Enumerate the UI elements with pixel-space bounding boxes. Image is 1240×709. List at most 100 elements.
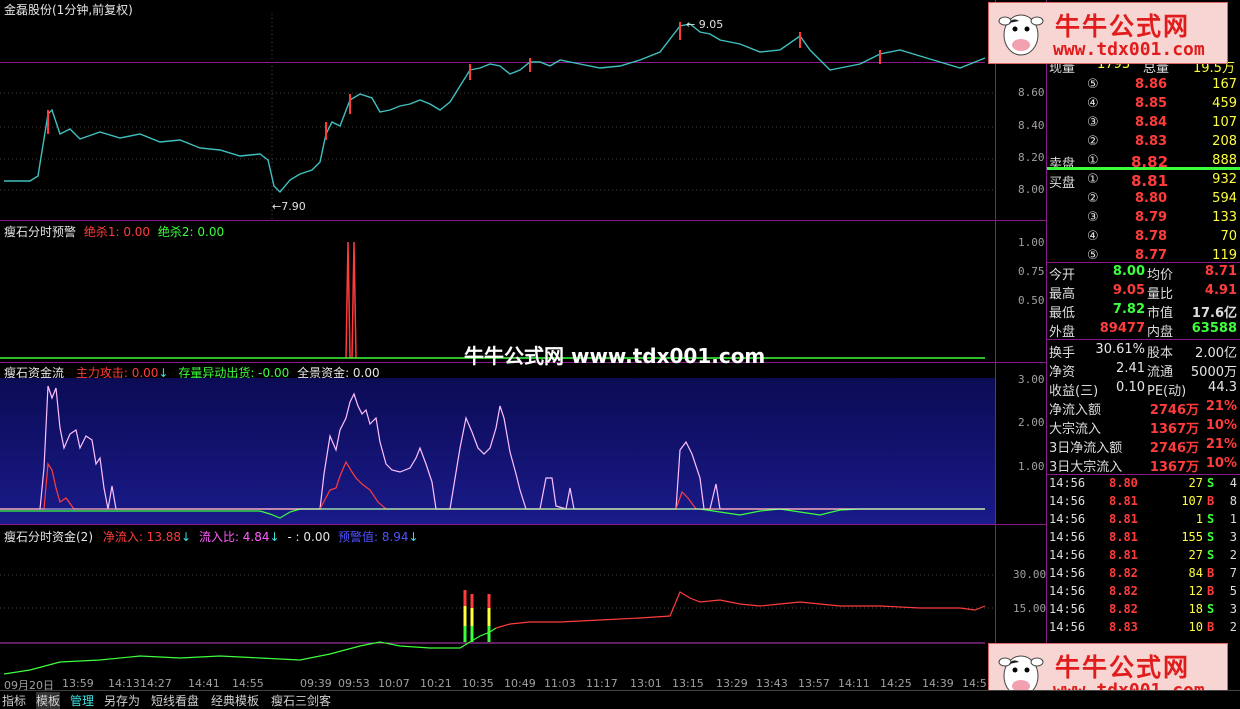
stat-label: 今开 <box>1049 268 1076 283</box>
stat-value: 30.61% <box>1095 342 1145 357</box>
sell-level-row: ④ 8.85 459 <box>1047 95 1240 114</box>
y-tick: 30.00 <box>1013 568 1047 581</box>
y-tick: 8.20 <box>1018 151 1045 164</box>
panel3-chart[interactable] <box>0 542 995 676</box>
stat-label: 外盘 <box>1049 325 1076 340</box>
time-axis-label: 14:11 <box>838 677 870 690</box>
stat-row: 最低 7.82 市值 17.6亿 <box>1047 301 1240 321</box>
tick-side: S <box>1207 548 1215 562</box>
y-tick: 8.40 <box>1018 119 1045 132</box>
stat-label: 内盘 <box>1147 325 1174 340</box>
bid-volume: 70 <box>1220 229 1237 244</box>
flow-pct: 10% <box>1205 418 1237 433</box>
site-logo-top[interactable]: 牛牛公式网 www.tdx001.com <box>988 2 1228 64</box>
stat-value: 8.00 <box>1112 264 1145 279</box>
tick-price: 8.83 <box>1109 620 1138 634</box>
trade-tick-row: 14:56 8.81 27 S 2 <box>1047 547 1240 565</box>
cow-icon <box>998 14 1044 56</box>
level-index: ① <box>1087 153 1099 168</box>
trade-tick-row: 14:56 8.82 18 S 3 <box>1047 601 1240 619</box>
tick-count: 1 <box>1229 512 1237 526</box>
bottom-tab[interactable]: 模板 <box>36 692 61 709</box>
watermark: 牛牛公式网 www.tdx001.com <box>464 344 766 368</box>
level-index: ③ <box>1087 210 1099 225</box>
stat-value: 2.00亿 <box>1195 346 1237 361</box>
tick-volume: 84 <box>1188 566 1203 580</box>
ask-price: 8.86 <box>1135 77 1168 92</box>
ask-volume: 167 <box>1212 77 1237 92</box>
tick-volume: 10 <box>1188 620 1203 634</box>
trade-tick-row: 14:56 8.82 12 B 5 <box>1047 583 1240 601</box>
stat-row: 最高 9.05 量比 4.91 <box>1047 282 1240 302</box>
panel2-chart[interactable] <box>0 378 995 524</box>
y-tick: 0.50 <box>1018 294 1045 307</box>
bid-price: 8.79 <box>1135 210 1168 225</box>
tick-count: 3 <box>1229 530 1237 544</box>
tick-time: 14:56 <box>1049 620 1086 634</box>
ask-volume: 459 <box>1212 96 1237 111</box>
y-tick: 1.00 <box>1018 236 1045 249</box>
stat-value: 2.41 <box>1116 361 1145 376</box>
level-index: ③ <box>1087 115 1099 130</box>
flow-pct: 10% <box>1205 456 1237 471</box>
time-axis-label: 14:39 <box>922 677 954 690</box>
bottom-tab[interactable]: 瘦石三剑客 <box>271 692 331 709</box>
tick-time: 14:56 <box>1049 530 1086 544</box>
y-tick: 15.00 <box>1013 602 1047 615</box>
bottom-tab-bar: 指标 模板 管理 另存为 短线看盘 经典模板 瘦石三剑客 <box>0 690 1240 709</box>
stat-label: 收益(三) <box>1049 384 1099 399</box>
stat-row: 外盘 89477 内盘 63588 <box>1047 320 1240 340</box>
tick-time: 14:56 <box>1049 548 1086 562</box>
bottom-tab[interactable]: 短线看盘 <box>151 692 199 709</box>
time-axis-label: 09:53 <box>338 677 370 690</box>
ask-volume: 208 <box>1212 134 1237 149</box>
ask-price: 8.85 <box>1135 96 1168 111</box>
flow-row: 3日净流入额 2746万 21% <box>1047 436 1240 456</box>
stat-value: 89477 <box>1099 321 1145 336</box>
time-axis-label: 10:21 <box>420 677 452 690</box>
panel-divider <box>0 524 1046 525</box>
time-axis-label: 13:15 <box>672 677 704 690</box>
ask-volume: 888 <box>1212 153 1237 168</box>
tick-volume: 27 <box>1188 476 1203 490</box>
y-tick: 2.00 <box>1018 416 1045 429</box>
tick-side: S <box>1207 476 1215 490</box>
buy-level-row: 买盘 ① 8.81 932 <box>1047 171 1240 191</box>
bottom-tab[interactable]: 经典模板 <box>211 692 259 709</box>
buy-level-row: ④ 8.78 70 <box>1047 228 1240 247</box>
flow-label: 3日大宗流入 <box>1049 460 1123 475</box>
bottom-tab[interactable]: 管理 <box>70 692 94 709</box>
flow-label: 3日净流入额 <box>1049 441 1123 456</box>
time-axis-label: 14:13 <box>108 677 140 690</box>
flow-value: 1367万 <box>1149 460 1199 475</box>
tick-time: 14:56 <box>1049 494 1086 508</box>
bid-price: 8.78 <box>1135 229 1168 244</box>
tick-price: 8.81 <box>1109 494 1138 508</box>
tick-time: 14:56 <box>1049 566 1086 580</box>
trade-tick-row: 14:56 8.81 1 S 1 <box>1047 511 1240 529</box>
tick-price: 8.82 <box>1109 584 1138 598</box>
y-tick: 8.60 <box>1018 86 1045 99</box>
price-candles[interactable]: ← 9.05 ←7.90 <box>0 14 995 220</box>
tick-price: 8.81 <box>1109 548 1138 562</box>
stat-row: 净资 2.41 流通 5000万 <box>1047 360 1240 380</box>
stat-label: 股本 <box>1147 346 1174 361</box>
time-axis-label: 10:07 <box>378 677 410 690</box>
stat-value: 4.91 <box>1204 283 1237 298</box>
level-index: ⑤ <box>1087 77 1099 92</box>
buy-level-row: ③ 8.79 133 <box>1047 209 1240 228</box>
level-index: ② <box>1087 134 1099 149</box>
stat-label: 净资 <box>1049 365 1076 380</box>
level-index: ⑤ <box>1087 248 1099 263</box>
tick-volume: 27 <box>1188 548 1203 562</box>
stat-label: 均价 <box>1147 268 1174 283</box>
time-axis-label: 13:59 <box>62 677 94 690</box>
low-label: ←7.90 <box>272 200 306 213</box>
tick-price: 8.80 <box>1109 476 1138 490</box>
bottom-tab[interactable]: 另存为 <box>104 692 140 709</box>
tick-count: 2 <box>1229 548 1237 562</box>
bid-price: 8.80 <box>1135 191 1168 206</box>
bid-volume: 133 <box>1212 210 1237 225</box>
bottom-tab[interactable]: 指标 <box>2 692 26 709</box>
tick-time: 14:56 <box>1049 584 1086 598</box>
